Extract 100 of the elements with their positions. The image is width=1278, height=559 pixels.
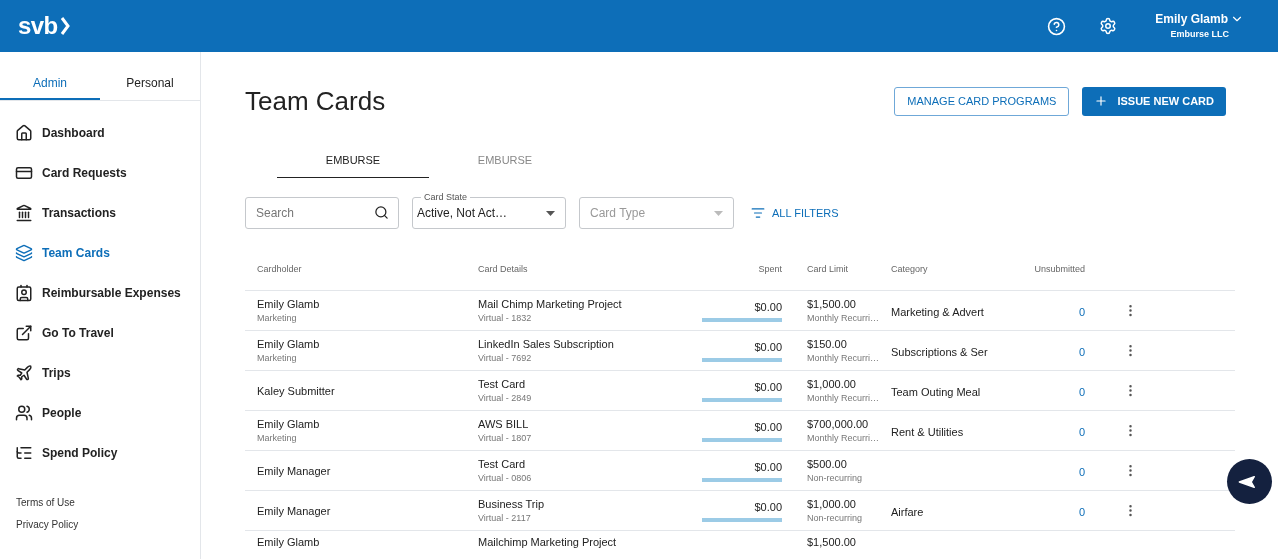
column-header: Card Limit — [806, 263, 849, 276]
unsubmitted-count[interactable]: 0 — [1078, 385, 1085, 398]
bank-icon — [15, 204, 33, 222]
plus-icon — [1094, 94, 1109, 108]
card-number: Virtual - 1832 — [478, 311, 533, 325]
cardholder-name: Kaley Submitter — [257, 383, 336, 398]
limit-period: Non-recurring — [807, 471, 864, 485]
card-limit: $500.00 — [807, 456, 848, 471]
unsubmitted-count[interactable]: 0 — [1078, 465, 1085, 478]
cardholder-name: Emily Manager — [257, 503, 332, 518]
program-tab[interactable]: EMBURSE — [277, 151, 429, 178]
card-name: LinkedIn Sales Subscription — [478, 336, 615, 351]
card-number: Virtual - 2117 — [478, 511, 532, 525]
dropdown-icon — [714, 210, 723, 216]
limit-period: Monthly Recurri… — [807, 311, 881, 325]
limit-period: Monthly Recurri… — [807, 431, 881, 445]
spent-amount: $0.00 — [754, 499, 782, 514]
cards-icon — [15, 244, 33, 262]
nav-item[interactable]: Transactions — [0, 193, 200, 233]
card-limit: $1,500.00 — [807, 296, 857, 311]
nav-item[interactable]: Card Requests — [0, 153, 200, 193]
card-limit: $1,000.00 — [807, 376, 857, 391]
manage-programs-button[interactable]: MANAGE CARD PROGRAMS — [894, 86, 1070, 116]
column-header: Unsubmitted — [1033, 263, 1085, 276]
footer-link[interactable]: Terms of Use — [16, 495, 200, 510]
category: Subscriptions & Ser — [891, 345, 988, 358]
user-menu[interactable]: Emily Glamb Emburse LLC — [1155, 10, 1244, 42]
column-header: Cardholder — [256, 263, 303, 276]
limit-period: Non-recurring — [807, 511, 864, 525]
column-header: Spent — [757, 263, 782, 276]
category: Airfare — [891, 505, 924, 518]
sidebar-tab[interactable]: Personal — [100, 73, 200, 100]
department: Marketing — [257, 311, 298, 325]
category: Team Outing Meal — [891, 385, 981, 398]
nav-item[interactable]: Spend Policy — [0, 433, 200, 473]
card-limit: $700,000.00 — [807, 416, 870, 431]
limit-period: Monthly Recurri… — [807, 351, 881, 365]
department: Marketing — [257, 351, 298, 365]
issue-card-button[interactable]: ISSUE NEW CARD — [1082, 86, 1226, 116]
spent-amount: $0.00 — [754, 379, 782, 394]
column-header: Category — [891, 263, 929, 276]
cardholder-name: Emily Manager — [257, 463, 332, 478]
cardholder-name: Emily Glamb — [257, 296, 321, 311]
nav-item[interactable]: Trips — [0, 353, 200, 393]
person-card-icon — [15, 284, 33, 302]
unsubmitted-count[interactable]: 0 — [1078, 425, 1085, 438]
dropdown-icon — [546, 210, 555, 216]
field-placeholder: Card Type — [590, 205, 647, 222]
cardholder-name: Emily Glamb — [257, 416, 321, 431]
card-type-select[interactable]: Card Type — [579, 197, 734, 229]
card-name: Test Card — [478, 456, 527, 471]
nav-item[interactable]: Team Cards — [0, 233, 200, 273]
card-name: Business Trip — [478, 496, 546, 511]
sidebar-tab[interactable]: Admin — [0, 73, 100, 100]
nav-item[interactable]: Go To Travel — [0, 313, 200, 353]
external-link-icon — [15, 324, 33, 342]
people-icon — [15, 404, 33, 422]
card-name: Mailchimp Marketing Project — [478, 535, 618, 549]
unsubmitted-count[interactable]: 0 — [1078, 345, 1085, 358]
card-name: Test Card — [478, 376, 527, 391]
feedback-button[interactable] — [1227, 459, 1272, 504]
card-limit: $1,500.00 — [807, 535, 857, 549]
spent-amount: $0.00 — [754, 299, 782, 314]
category: Marketing & Advert — [891, 305, 984, 318]
card-number: Virtual - 2849 — [478, 391, 533, 405]
field-label: Card State — [421, 191, 471, 203]
cardholder-name: Emily Glamb — [257, 535, 321, 549]
card-limit: $1,000.00 — [807, 496, 857, 511]
card-number: Virtual - 1807 — [478, 431, 533, 445]
card-limit: $150.00 — [807, 336, 848, 351]
field-value: Active, Not Act… — [417, 205, 509, 222]
plane-icon — [15, 364, 33, 382]
search-icon — [374, 205, 389, 220]
logo[interactable]: svb — [18, 8, 58, 44]
list-icon — [15, 444, 33, 462]
cardholder-name: Emily Glamb — [257, 336, 321, 351]
help-icon[interactable] — [1047, 16, 1067, 36]
card-number: Virtual - 7692 — [478, 351, 533, 365]
spent-amount: $0.00 — [754, 339, 782, 354]
program-tab[interactable]: EMBURSE — [429, 151, 581, 178]
home-icon — [15, 124, 33, 142]
nav-item[interactable]: Dashboard — [0, 113, 200, 153]
nav-item[interactable]: People — [0, 393, 200, 433]
search-field[interactable]: Search — [245, 197, 399, 229]
footer-link[interactable]: Privacy Policy — [16, 517, 200, 532]
card-number: Virtual - 0806 — [478, 471, 533, 485]
category: Rent & Utilities — [891, 425, 964, 438]
limit-period: Monthly Recurri… — [807, 391, 881, 405]
column-header: Card Details — [478, 263, 529, 276]
department: Marketing — [257, 431, 298, 445]
unsubmitted-count[interactable]: 0 — [1078, 305, 1085, 318]
spent-amount: $0.00 — [754, 459, 782, 474]
unsubmitted-count[interactable]: 0 — [1078, 505, 1085, 518]
all-filters-button[interactable]: ALL FILTERS — [751, 204, 839, 222]
settings-icon[interactable] — [1099, 17, 1118, 35]
card-icon — [15, 164, 33, 182]
nav-item[interactable]: Reimbursable Expenses — [0, 273, 200, 313]
chevron-logo-icon — [59, 17, 70, 35]
card-name: Mail Chimp Marketing Project — [478, 296, 623, 311]
spent-amount: $0.00 — [754, 419, 782, 434]
